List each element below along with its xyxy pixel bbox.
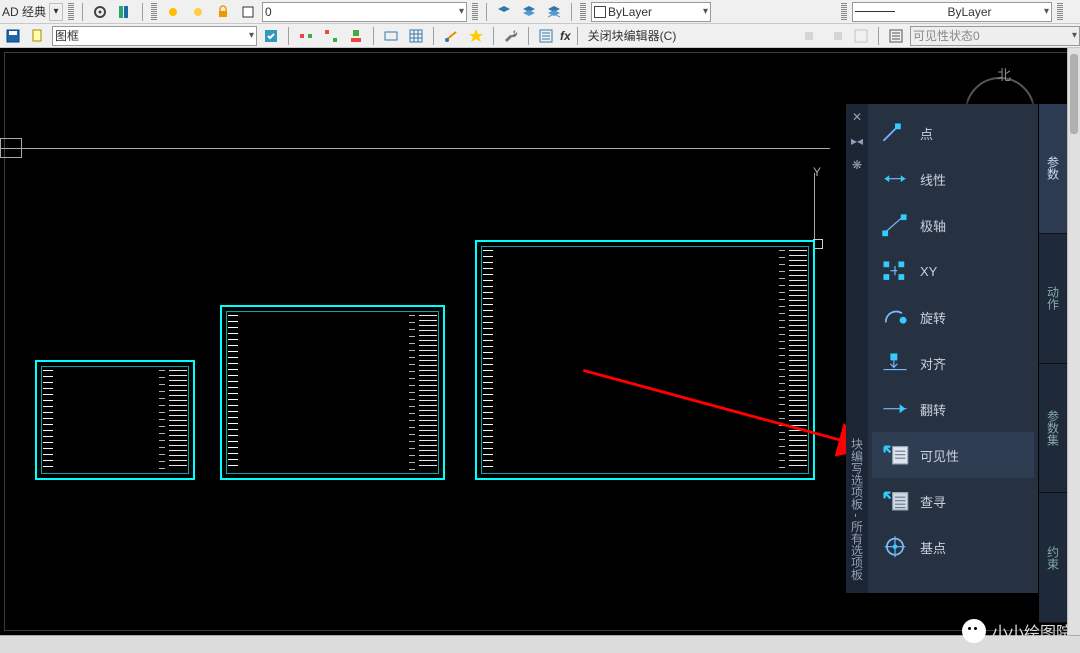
layer-states-icon-3[interactable]	[543, 2, 565, 22]
vertical-scrollbar[interactable]	[1067, 48, 1080, 635]
palette-item-label: 基点	[920, 538, 946, 557]
palette-item-basepoint[interactable]: 基点	[872, 524, 1034, 570]
palette-tab-constraints[interactable]: 约束	[1039, 493, 1067, 623]
point-icon	[880, 118, 910, 148]
sun-freeze-icon[interactable]	[187, 2, 209, 22]
color-combo[interactable]: ByLayer ▾	[591, 2, 711, 22]
layer-lock-icon[interactable]	[212, 2, 234, 22]
workspace-label: AD 经典	[2, 3, 46, 20]
palette-item-linear[interactable]: 线性	[872, 156, 1034, 202]
toolbar-grip[interactable]	[841, 3, 847, 21]
palette-title: 块编写选项板 - 所有选项板	[849, 438, 866, 581]
layer-states-icon-2[interactable]	[518, 2, 540, 22]
palette-item-label: 旋转	[920, 308, 946, 327]
palette-item-flip[interactable]: 翻转	[872, 386, 1034, 432]
color-combo-value: ByLayer	[608, 5, 652, 19]
lookup-icon	[880, 486, 910, 516]
gear-icon[interactable]	[89, 2, 111, 22]
palette-item-label: 查寻	[920, 492, 946, 511]
layer-manager-icon[interactable]	[114, 2, 136, 22]
palette-tabs: 参数 动作 参数集 约束	[1039, 104, 1067, 623]
palette-tab-actions[interactable]: 动作	[1039, 234, 1067, 364]
linetype-combo-value: ByLayer	[899, 5, 1040, 19]
palette-item-label: 翻转	[920, 400, 946, 419]
block-tool-icon-3[interactable]	[345, 26, 367, 46]
palette-item-label: 可见性	[920, 446, 959, 465]
layer-color-icon[interactable]	[237, 2, 259, 22]
palette-item-polar[interactable]: 极轴	[872, 202, 1034, 248]
table-icon[interactable]	[405, 26, 427, 46]
visibility-state-combo[interactable]: 可见性状态0 ▾	[910, 26, 1080, 46]
palette-item-label: 点	[920, 124, 933, 143]
axis-line	[0, 148, 830, 149]
status-bar	[0, 635, 1080, 653]
wrench-icon[interactable]	[500, 26, 522, 46]
drawing-frame-large[interactable]	[475, 240, 815, 480]
layer-states-icon-1[interactable]	[493, 2, 515, 22]
vis-tool-icon-2[interactable]	[825, 26, 847, 46]
visibility-icon	[880, 440, 910, 470]
y-axis-label: Y	[813, 165, 821, 179]
xy-icon	[880, 256, 910, 286]
layer-combo[interactable]: 0 ▾	[262, 2, 467, 22]
drawing-frame-medium[interactable]	[220, 305, 445, 480]
basepoint-icon	[880, 532, 910, 562]
block-name-combo[interactable]: 图框 ▾	[52, 26, 257, 46]
vis-tool-icon-1[interactable]	[800, 26, 822, 46]
rotate-icon	[880, 302, 910, 332]
fx-label: fx	[560, 29, 571, 43]
save-block-icon[interactable]	[2, 26, 24, 46]
polar-icon	[880, 210, 910, 240]
block-list-icon[interactable]	[535, 26, 557, 46]
block-paste-icon[interactable]	[27, 26, 49, 46]
sun-on-icon[interactable]	[162, 2, 184, 22]
block-tool-icon-2[interactable]	[320, 26, 342, 46]
palette-item-lookup[interactable]: 查寻	[872, 478, 1034, 524]
palette-close-icon[interactable]: ✕	[852, 110, 862, 124]
action-icon[interactable]	[465, 26, 487, 46]
toolbar-grip[interactable]	[151, 3, 157, 21]
workspace-dropdown[interactable]: ▾	[49, 3, 63, 21]
palette-item-visibility[interactable]: 可见性	[872, 432, 1034, 478]
flip-icon	[880, 394, 910, 424]
toolbar-grip[interactable]	[1057, 3, 1063, 21]
origin-marker	[0, 138, 22, 158]
palette-pin-icon[interactable]: ❋	[852, 158, 862, 172]
drawing-frame-small[interactable]	[35, 360, 195, 480]
block-save-icon[interactable]	[260, 26, 282, 46]
close-block-editor-button[interactable]: 关闭块编辑器(C)	[584, 27, 681, 44]
palette-item-xy[interactable]: XY	[872, 248, 1034, 294]
constraint-icon[interactable]	[440, 26, 462, 46]
palette-item-label: 线性	[920, 170, 946, 189]
vis-tool-icon-3[interactable]	[850, 26, 872, 46]
palette-tab-paramsets[interactable]: 参数集	[1039, 364, 1067, 494]
block-authoring-palette: ✕ ▸◂ ❋ 块编写选项板 - 所有选项板 点 线性 极轴 XY 旋转 对齐 翻…	[868, 104, 1038, 593]
block-tool-icon-1[interactable]	[295, 26, 317, 46]
palette-item-label: 对齐	[920, 354, 946, 373]
palette-item-point[interactable]: 点	[872, 110, 1034, 156]
palette-collapse-icon[interactable]: ▸◂	[851, 134, 863, 148]
vis-states-icon[interactable]	[885, 26, 907, 46]
palette-item-label: XY	[920, 264, 937, 279]
palette-tab-params[interactable]: 参数	[1039, 104, 1067, 234]
toolbar-grip[interactable]	[68, 3, 74, 21]
compass-north-label: 北	[997, 65, 1011, 85]
color-swatch	[594, 6, 606, 18]
toolbar-grip[interactable]	[472, 3, 478, 21]
toolbar-grip[interactable]	[580, 3, 586, 21]
align-icon	[880, 348, 910, 378]
linear-icon	[880, 164, 910, 194]
palette-item-rotate[interactable]: 旋转	[872, 294, 1034, 340]
block-name-value: 图框	[55, 27, 79, 44]
palette-item-label: 极轴	[920, 216, 946, 235]
palette-item-align[interactable]: 对齐	[872, 340, 1034, 386]
visibility-state-value: 可见性状态0	[913, 27, 980, 44]
layer-combo-value: 0	[265, 5, 272, 19]
param-icon[interactable]	[380, 26, 402, 46]
linetype-combo[interactable]: ByLayer ▾	[852, 2, 1052, 22]
